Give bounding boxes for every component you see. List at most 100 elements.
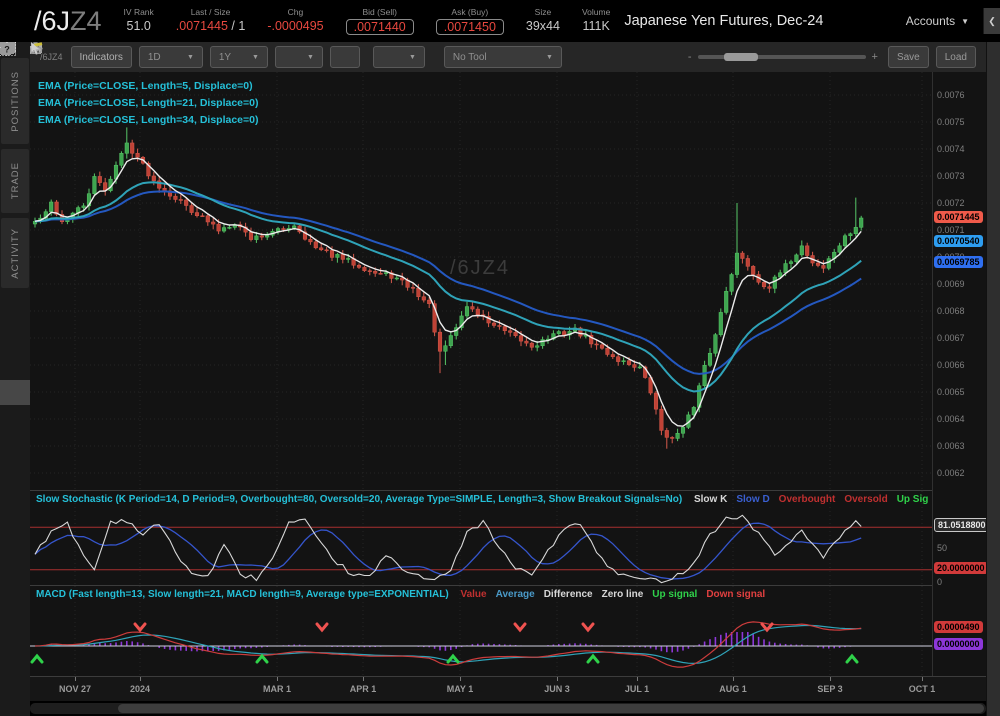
monitor-icon[interactable]	[0, 355, 30, 380]
chart-watermark: /6JZ4	[450, 257, 510, 280]
quote-field-label: Chg	[288, 7, 304, 17]
time-tick	[277, 677, 278, 681]
watchlist-icon[interactable]	[0, 330, 30, 355]
price-axis-label: 0.0066	[937, 360, 965, 370]
quote-field-value: 51.0	[127, 19, 151, 33]
up-signal-arrow	[847, 656, 857, 662]
symbol-suffix: Z4	[70, 6, 102, 36]
legend-item: Up Signal	[897, 494, 928, 505]
stoch-mid-label: 50	[937, 543, 947, 553]
up-signal-arrow	[32, 656, 42, 662]
quote-field-value: 39x44	[526, 19, 560, 33]
ema5-label[interactable]: EMA (Price=CLOSE, Length=5, Displace=0)	[38, 78, 258, 95]
load-button[interactable]: Load	[936, 46, 976, 68]
macd-settings-label[interactable]: MACD (Fast length=13, Slow length=21, MA…	[36, 589, 449, 600]
macd-pane[interactable]: MACD (Fast length=13, Slow length=21, MA…	[30, 585, 932, 677]
time-tick	[733, 677, 734, 681]
symbol-title: /6JZ4	[34, 6, 102, 37]
legend-item: Value	[460, 589, 486, 600]
time-axis-label: MAY 1	[447, 684, 474, 694]
left-sidebar: POSITIONS TRADE ACTIVITY ?	[0, 42, 30, 716]
toolbar-symbol-label: /6JZ4	[40, 52, 63, 62]
quote-field-volume: Volume111K	[582, 7, 610, 35]
macd-average-line	[35, 625, 861, 663]
chevron-down-icon: ▼	[546, 54, 553, 61]
legend-item: Slow D	[736, 494, 769, 505]
stochastic-settings-label[interactable]: Slow Stochastic (K Period=14, D Period=9…	[36, 494, 682, 505]
legend-item: Up signal	[652, 589, 697, 600]
price-axis-label: 0.0075	[937, 117, 965, 127]
quote-field-bid-sell-: Bid (Sell).0071440	[346, 7, 414, 35]
price-axis: 0.00760.00750.00740.00730.00720.00710.00…	[932, 72, 987, 676]
scrollbar-handle[interactable]	[118, 704, 984, 713]
chevron-down-icon: ▼	[252, 54, 259, 61]
time-axis-label: JUL 1	[625, 684, 649, 694]
save-button[interactable]: Save	[888, 46, 929, 68]
active-tool-dropdown[interactable]: No Tool ▼	[444, 46, 562, 68]
quote-field-label: Size	[535, 7, 552, 17]
zoom-out-button[interactable]: -	[688, 51, 692, 63]
price-axis-label: 0.0064	[937, 414, 965, 424]
stochastic-pane[interactable]: Slow Stochastic (K Period=14, D Period=9…	[30, 490, 932, 586]
chart-icon[interactable]	[0, 380, 30, 405]
legend-item: Zero line	[602, 589, 644, 600]
sidebar-tab-trade[interactable]: TRADE	[1, 149, 29, 213]
time-axis-label: 2024	[130, 684, 150, 694]
time-tick	[557, 677, 558, 681]
stoch-oversold-badge: 20.0000000	[934, 562, 988, 574]
quote-header: /6JZ4 IV Rank51.0Last / Size.0071445 / 1…	[0, 0, 1000, 42]
sidebar-tabs: POSITIONS TRADE ACTIVITY	[0, 42, 30, 288]
right-panel-collapsed-strip[interactable]	[986, 42, 1000, 716]
macd-zero-badge: 0.0000000	[934, 638, 983, 650]
quote-field-value: -.0000495	[267, 19, 323, 33]
price-axis-label: 0.0063	[937, 441, 965, 451]
time-axis: NOV 272024MAR 1APR 1MAY 1JUN 3JUL 1AUG 1…	[30, 676, 986, 701]
accounts-dropdown[interactable]: Accounts ▼	[906, 14, 969, 28]
price-axis-label: 0.0065	[937, 387, 965, 397]
ema34-label[interactable]: EMA (Price=CLOSE, Length=34, Displace=0)	[38, 112, 258, 129]
news-icon[interactable]	[0, 305, 30, 330]
time-tick	[460, 677, 461, 681]
sidebar-tab-activity[interactable]: ACTIVITY	[1, 218, 29, 288]
legend-item: Average	[496, 589, 535, 600]
svg-text:?: ?	[4, 44, 10, 54]
chart-type-dropdown[interactable]: ▼	[275, 46, 323, 68]
sidebar-tab-positions[interactable]: POSITIONS	[1, 58, 29, 144]
quote-field-label: Ask (Buy)	[451, 7, 488, 17]
chart-settings-button[interactable]	[330, 46, 360, 68]
quote-field-label: IV Rank	[124, 7, 154, 17]
zoom-slider-handle[interactable]	[724, 53, 758, 61]
zoom-control: - +	[688, 51, 878, 63]
ema5-line	[35, 158, 861, 426]
collapse-right-panel-button[interactable]: ❮	[983, 8, 1000, 34]
grid-apps-icon[interactable]	[0, 405, 30, 430]
drawing-tools-dropdown[interactable]: ▼	[373, 46, 425, 68]
zoom-in-button[interactable]: +	[872, 51, 878, 63]
quote-field-value[interactable]: .0071450	[436, 19, 504, 35]
quote-field-label: Volume	[582, 7, 610, 17]
price-axis-label: 0.0074	[937, 144, 965, 154]
time-axis-label: JUN 3	[544, 684, 570, 694]
trading-app: /6JZ4 IV Rank51.0Last / Size.0071445 / 1…	[0, 0, 1000, 716]
help-icon[interactable]: ?	[0, 480, 30, 505]
legend-item: Slow K	[694, 494, 727, 505]
quote-fields: IV Rank51.0Last / Size.0071445 / 1Chg-.0…	[102, 7, 611, 35]
quote-field-value[interactable]: .0071440	[346, 19, 414, 35]
range-dropdown[interactable]: 1Y▼	[210, 46, 268, 68]
time-axis-label: SEP 3	[817, 684, 842, 694]
history-clock-icon[interactable]	[0, 430, 30, 455]
ema21-label[interactable]: EMA (Price=CLOSE, Length=21, Displace=0)	[38, 95, 258, 112]
stoch-k-badge: 81.0518800	[934, 518, 990, 532]
indicators-button[interactable]: Indicators	[71, 46, 132, 68]
timeframe-dropdown[interactable]: 1D▼	[139, 46, 203, 68]
chart-horizontal-scrollbar[interactable]	[30, 703, 986, 714]
time-axis-label: NOV 27	[59, 684, 91, 694]
community-icon[interactable]	[0, 455, 30, 480]
price-chart-pane[interactable]: /6JZ4 EMA (Price=CLOSE, Length=5, Displa…	[30, 72, 932, 490]
chevron-down-icon: ▼	[409, 54, 416, 61]
time-axis-label: OCT 1	[909, 684, 936, 694]
time-tick	[75, 677, 76, 681]
quote-field-size: Size 39x44	[526, 7, 560, 35]
zoom-slider[interactable]	[698, 55, 866, 59]
ema-value-badge: 0.0070540	[934, 235, 983, 247]
